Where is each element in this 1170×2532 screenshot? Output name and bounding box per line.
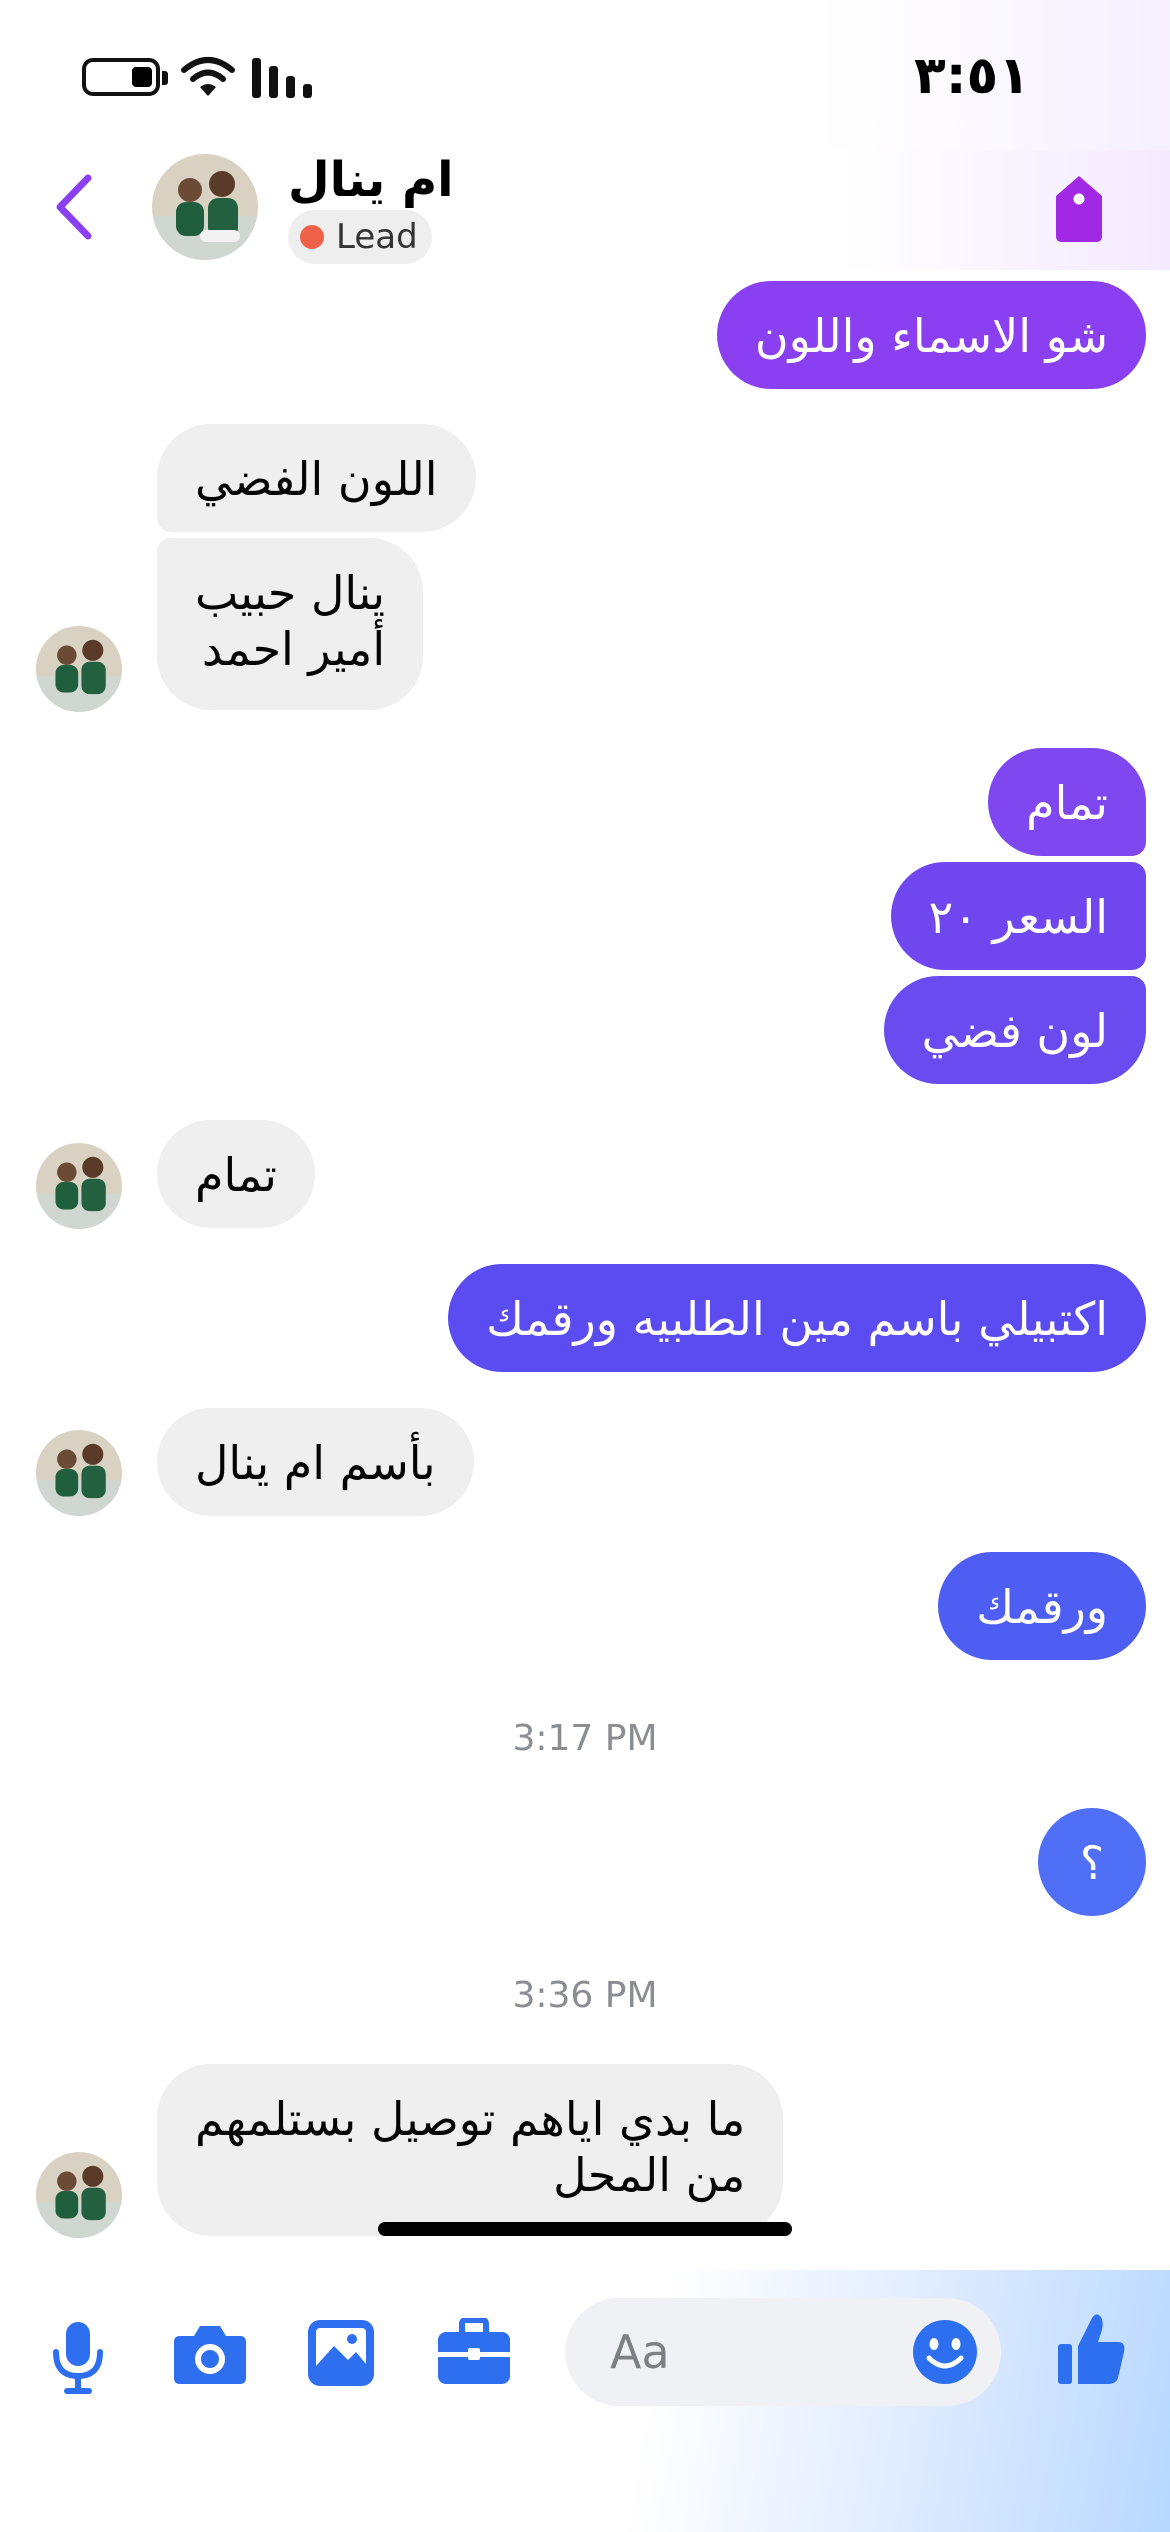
home-indicator[interactable] [378, 2222, 792, 2236]
timestamp: 3:36 PM [512, 1975, 658, 2016]
timestamp: 3:17 PM [512, 1718, 658, 1759]
message-incoming[interactable]: تمام [157, 1120, 315, 1228]
camera-icon[interactable] [172, 2322, 248, 2386]
microphone-icon[interactable] [50, 2320, 106, 2396]
battery-icon [82, 58, 168, 96]
sender-avatar[interactable] [36, 1430, 122, 1516]
wifi-icon [181, 57, 235, 96]
message-input[interactable]: Aa [565, 2298, 1001, 2406]
sender-avatar[interactable] [36, 626, 122, 712]
emoji-icon[interactable] [911, 2318, 979, 2386]
message-incoming[interactable]: ما بدي اياهم توصيل بستلمهم من المحل [157, 2064, 784, 2236]
status-time: ٣:٥١ [913, 46, 1030, 106]
message-outgoing[interactable]: ورقمك [938, 1552, 1146, 1660]
message-outgoing[interactable]: شو الاسماء واللون [716, 281, 1146, 389]
sender-avatar[interactable] [36, 1143, 122, 1229]
status-badge-label: Lead [336, 217, 418, 257]
tag-icon[interactable] [1050, 172, 1108, 244]
image-icon[interactable] [306, 2318, 376, 2388]
message-line: ينال حبيب [195, 566, 386, 620]
message-line: أمير احمد [201, 622, 386, 676]
message-line: من المحل [553, 2148, 746, 2202]
briefcase-icon[interactable] [436, 2318, 512, 2386]
chat-header: ام ينال Lead [0, 150, 1170, 270]
message-outgoing[interactable]: تمام [988, 748, 1146, 856]
status-bar: ٣:٥١ [0, 0, 1170, 150]
message-incoming[interactable]: بأسم ام ينال [157, 1408, 474, 1516]
message-incoming[interactable]: اللون الفضي [157, 424, 476, 532]
thumbs-up-icon[interactable] [1056, 2312, 1126, 2386]
message-incoming[interactable]: ينال حبيب أمير احمد [157, 538, 424, 710]
message-line: ما بدي اياهم توصيل بستلمهم [195, 2092, 746, 2146]
message-composer: Aa [0, 2270, 1170, 2532]
message-outgoing[interactable]: السعر ٢٠ [890, 862, 1146, 970]
message-outgoing[interactable]: لون فضي [883, 976, 1146, 1084]
status-badge[interactable]: Lead [288, 210, 432, 264]
status-dot-icon [300, 225, 324, 249]
contact-avatar[interactable] [152, 154, 258, 260]
message-outgoing[interactable]: ؟ [1038, 1808, 1146, 1916]
sender-avatar[interactable] [36, 2152, 122, 2238]
contact-name[interactable]: ام ينال [288, 152, 454, 208]
message-outgoing[interactable]: اكتبيلي باسم مين الطلبيه ورقمك [448, 1264, 1146, 1372]
back-icon[interactable] [50, 172, 98, 242]
signal-icon [252, 58, 312, 98]
message-input-placeholder: Aa [610, 2325, 670, 2379]
